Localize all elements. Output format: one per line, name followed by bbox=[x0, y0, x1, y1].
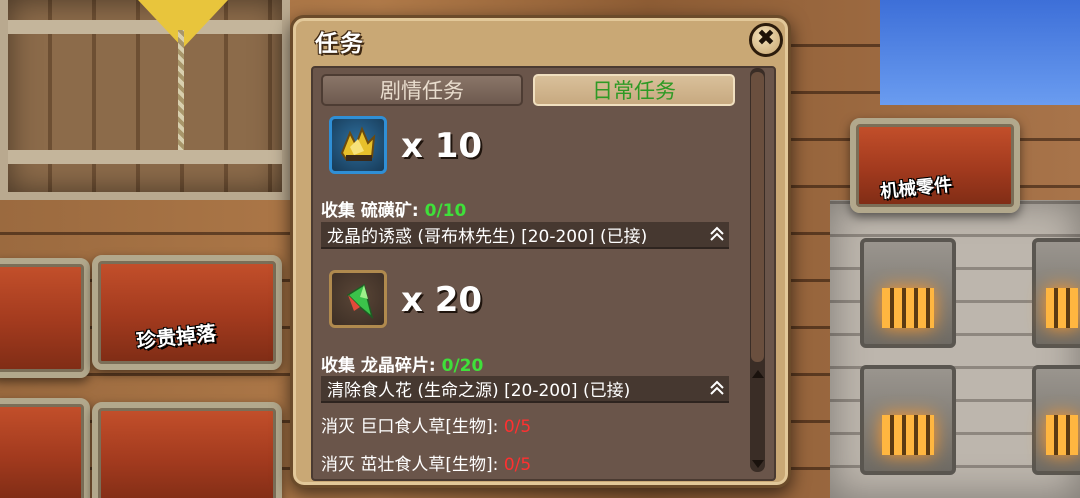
scrollbar-thumb[interactable] bbox=[751, 72, 764, 362]
quest-dialog: 任务 ✖ 剧情任务 日常任务 x 10 收集 硫磺矿: 0/10 龙晶的诱惑 (… bbox=[290, 15, 791, 488]
quest-row-clear-man-eater[interactable]: 清除食人花 (生命之源) [20-200] (已接) bbox=[321, 376, 729, 403]
reward-item-slot[interactable] bbox=[329, 270, 387, 328]
dialog-title: 任务 bbox=[315, 31, 365, 57]
rope bbox=[178, 30, 184, 150]
chest-label-rare-drops: 珍贵掉落 bbox=[135, 320, 218, 354]
objective-collect-crystal-shard: 收集 龙晶碎片: 0/20 bbox=[321, 351, 483, 376]
sky bbox=[880, 0, 1080, 105]
treasure-chest[interactable] bbox=[0, 398, 90, 498]
scrollbar[interactable] bbox=[750, 68, 765, 472]
objective-progress: 0/5 bbox=[503, 417, 532, 437]
objective-kill-big-mouth: 消灭 巨口食人草[生物]: 0/5 bbox=[321, 412, 531, 437]
furnace-fire bbox=[1046, 288, 1078, 328]
treasure-chest-mechanical-parts[interactable]: 机械零件 bbox=[850, 118, 1020, 213]
furnace-fire bbox=[882, 415, 934, 455]
objective-text: 消灭 巨口食人草[生物]: bbox=[321, 417, 504, 437]
objective-progress: 0/20 bbox=[441, 356, 484, 376]
furnace[interactable] bbox=[1032, 365, 1080, 475]
treasure-chest-rare-drops[interactable]: 珍贵掉落 bbox=[92, 255, 282, 370]
furnace-fire bbox=[882, 288, 934, 328]
tab-story-quests[interactable]: 剧情任务 bbox=[321, 74, 523, 106]
quest-name: 清除食人花 (生命之源) [20-200] (已接) bbox=[327, 381, 631, 401]
objective-collect-sulfur: 收集 硫磺矿: 0/10 bbox=[321, 196, 466, 221]
furnace[interactable] bbox=[860, 238, 956, 348]
objective-progress: 0/10 bbox=[424, 201, 467, 221]
objective-progress: 0/5 bbox=[503, 455, 532, 475]
objective-text: 消灭 茁壮食人草[生物]: bbox=[321, 455, 504, 475]
scroll-up-arrow-icon[interactable] bbox=[752, 370, 764, 378]
reward-quantity: x 10 bbox=[401, 126, 483, 166]
quest-name: 龙晶的诱惑 (哥布林先生) [20-200] (已接) bbox=[327, 227, 648, 247]
treasure-chest[interactable] bbox=[92, 402, 282, 498]
objective-text: 收集 硫磺矿: bbox=[321, 201, 425, 221]
crate-band bbox=[8, 150, 282, 164]
reward-quantity: x 20 bbox=[401, 280, 483, 320]
furnace[interactable] bbox=[860, 365, 956, 475]
chevron-up-icon bbox=[710, 226, 724, 241]
close-icon: ✖ bbox=[756, 26, 776, 51]
furnace-fire bbox=[1046, 415, 1078, 455]
furnace[interactable] bbox=[1032, 238, 1080, 348]
scroll-down-arrow-icon[interactable] bbox=[752, 460, 764, 468]
dragon-crystal-shard-icon bbox=[346, 283, 374, 320]
objective-kill-sturdy: 消灭 茁壮食人草[生物]: 0/5 bbox=[321, 450, 531, 475]
quest-row-dragon-crystal[interactable]: 龙晶的诱惑 (哥布林先生) [20-200] (已接) bbox=[321, 222, 729, 249]
objective-text: 收集 龙晶碎片: bbox=[321, 356, 442, 376]
treasure-chest[interactable] bbox=[0, 258, 90, 378]
chevron-up-icon bbox=[710, 380, 724, 395]
sulfur-ore-icon bbox=[340, 126, 376, 161]
reward-item-slot[interactable] bbox=[329, 116, 387, 174]
chest-label-mechanical-parts: 机械零件 bbox=[879, 174, 954, 203]
quest-panel: 剧情任务 日常任务 x 10 收集 硫磺矿: 0/10 龙晶的诱惑 (哥布林先生… bbox=[311, 66, 776, 481]
tab-daily-quests[interactable]: 日常任务 bbox=[533, 74, 735, 106]
close-button[interactable]: ✖ bbox=[749, 23, 783, 57]
